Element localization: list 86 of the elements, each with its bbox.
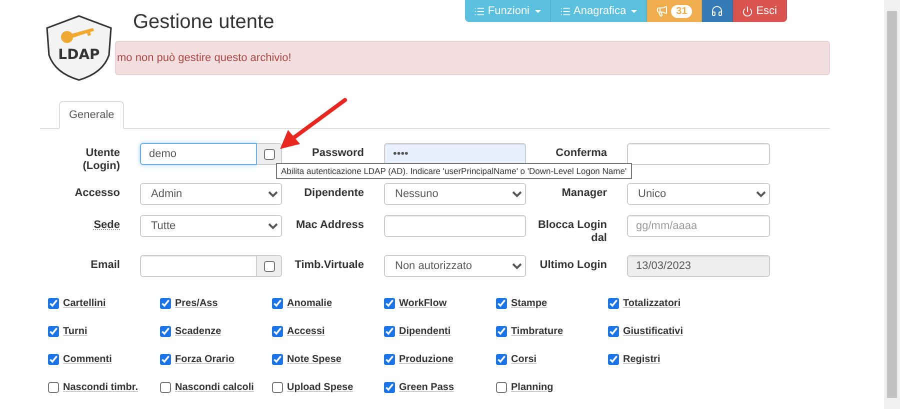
checkbox-label: Pres/Ass — [175, 298, 218, 308]
field-label: Email — [90, 259, 120, 272]
checkbox[interactable] — [48, 382, 59, 392]
megaphone-icon — [656, 5, 668, 17]
checkbox-label: Nascondi calcoli — [175, 382, 254, 392]
readonly-field[interactable]: 13/03/2023 — [627, 255, 770, 277]
checkbox-label: Stampe — [511, 298, 548, 308]
tab[interactable]: Generale — [59, 101, 124, 129]
select-field[interactable]: Non autorizzato — [384, 255, 526, 277]
checkbox-label: Planning — [511, 382, 554, 392]
checkbox-label: Turni — [63, 326, 88, 336]
checkbox[interactable] — [160, 326, 171, 336]
checkbox-label: Timbrature — [511, 326, 564, 336]
checkbox[interactable] — [272, 298, 283, 308]
checkbox[interactable] — [496, 354, 507, 364]
checkbox-label: Note Spese — [287, 354, 342, 364]
checkbox[interactable] — [48, 326, 59, 336]
count-badge: 31 — [671, 4, 692, 18]
checkbox[interactable] — [48, 298, 59, 308]
field-label: Accesso — [74, 187, 120, 200]
checkbox[interactable] — [384, 354, 395, 364]
checkbox[interactable] — [160, 298, 171, 308]
input-field[interactable] — [140, 255, 257, 277]
alert-text: mo non può gestire questo archivio! — [117, 52, 292, 64]
checkbox[interactable] — [264, 260, 274, 272]
field-label: Manager — [562, 187, 607, 200]
field-label: Ultimo Login — [540, 259, 607, 272]
field-label: Blocca Login dal — [536, 219, 607, 245]
checkbox[interactable] — [272, 382, 283, 392]
input-field[interactable] — [384, 215, 526, 237]
checkbox-label: Scadenze — [175, 326, 222, 336]
checkbox[interactable] — [384, 382, 395, 392]
select-field[interactable]: Admin — [140, 183, 282, 205]
checkbox[interactable] — [160, 354, 171, 364]
checkbox-label: Forza Orario — [175, 354, 234, 364]
checkbox[interactable] — [496, 382, 507, 392]
checkbox[interactable] — [272, 326, 283, 336]
field-label: Sede — [94, 219, 120, 232]
select-field[interactable]: Tutte — [140, 215, 282, 237]
checkbox-label: Corsi — [511, 354, 537, 364]
scrollbar[interactable] — [884, 0, 900, 409]
checkbox-label: Registri — [623, 354, 660, 364]
checkbox[interactable] — [608, 298, 619, 308]
tooltip: Abilita autenticazione LDAP (AD). Indicare 'userPrincipalName' o 'Down-Level Logon Name' — [276, 163, 632, 179]
checkbox-label: Totalizzatori — [623, 298, 681, 308]
select-field[interactable]: Nessuno — [384, 183, 526, 205]
headphones-icon — [711, 5, 724, 17]
checkbox-label: Anomalie — [287, 298, 332, 308]
checkbox[interactable] — [496, 298, 507, 308]
checkbox-label: Giustificativi — [623, 326, 684, 336]
checkbox-label: Upload Spese — [287, 382, 354, 392]
checkbox-label: Green Pass — [399, 382, 454, 392]
checkbox[interactable] — [384, 298, 395, 308]
select-field[interactable]: Unico — [627, 183, 770, 205]
input-field[interactable]: gg/mm/aaaa — [627, 215, 770, 237]
checkbox[interactable] — [272, 354, 283, 364]
input-field[interactable] — [627, 143, 770, 165]
field-label: Timb.Virtuale — [294, 259, 364, 272]
checkbox-label: Dipendenti — [399, 326, 451, 336]
checkbox[interactable] — [264, 148, 274, 160]
checkbox[interactable] — [608, 354, 619, 364]
field-label: Password — [312, 147, 364, 160]
field-label: Dipendente — [304, 187, 364, 200]
checkbox[interactable] — [160, 382, 171, 392]
checkbox-label: Accessi — [287, 326, 325, 336]
checkbox-label: Commenti — [63, 354, 112, 364]
field-label: Conferma — [556, 147, 607, 160]
logout-button[interactable]: Esci — [733, 0, 787, 22]
checkbox[interactable] — [48, 354, 59, 364]
field-label: Utente (Login) — [82, 147, 120, 173]
checkbox-label: WorkFlow — [399, 298, 447, 308]
checkbox[interactable] — [608, 326, 619, 336]
checkbox-label: Nascondi timbr. — [63, 382, 138, 392]
checkbox-label: Cartellini — [63, 298, 106, 308]
power-icon — [742, 6, 754, 16]
checkbox-label: Produzione — [399, 354, 454, 364]
caret-icon — [631, 10, 638, 12]
checkbox[interactable] — [384, 326, 395, 336]
caret-icon — [534, 10, 540, 12]
checkbox[interactable] — [496, 326, 507, 336]
support-button[interactable] — [702, 0, 734, 22]
input-field[interactable]: demo — [140, 143, 257, 165]
input-field[interactable]: •••• — [384, 143, 526, 165]
page-title: Gestione utente — [133, 11, 274, 34]
shield-logo: LDAP — [45, 15, 113, 81]
field-label: Mac Address — [296, 219, 364, 232]
